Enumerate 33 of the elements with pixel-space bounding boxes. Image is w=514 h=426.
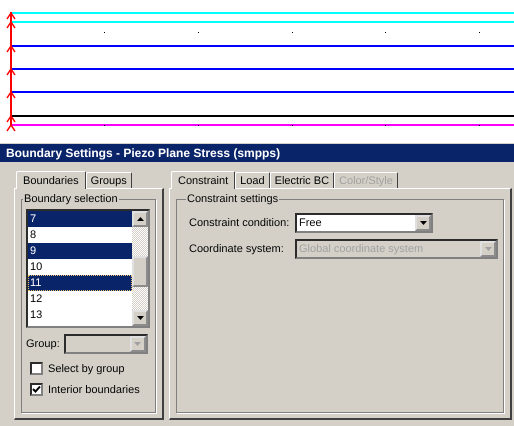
list-box[interactable]: 7 8 9 10 11 12 13 [26, 209, 150, 328]
tab[interactable]: Groups [86, 172, 132, 188]
dropdown[interactable]: Free [295, 213, 433, 233]
list-item[interactable]: 12 [28, 291, 132, 307]
checkbox[interactable] [30, 362, 43, 375]
tab[interactable]: Constraint [171, 171, 236, 189]
scroll-up-button[interactable] [132, 211, 148, 227]
list-item[interactable]: 13 [28, 307, 132, 323]
scroll-thumb[interactable] [132, 256, 148, 287]
scrollbar[interactable] [132, 211, 148, 326]
field-label: Constraint condition: [189, 217, 290, 229]
group-title: Boundary selection [23, 193, 119, 205]
tab[interactable]: Boundaries [16, 171, 86, 189]
list-item[interactable]: 7 [28, 211, 132, 227]
scroll-down-button[interactable] [132, 310, 148, 326]
checkbox-label: Interior boundaries [48, 384, 140, 396]
down-triangle-icon [484, 247, 492, 251]
list-item[interactable]: 8 [28, 227, 132, 243]
field-label: Group: [26, 338, 60, 350]
checkbox[interactable] [30, 383, 43, 396]
field-label: Coordinate system: [189, 243, 285, 255]
down-triangle-icon [420, 221, 426, 225]
up-triangle-icon [136, 217, 144, 221]
tab[interactable]: Electric BC [270, 172, 334, 188]
down-triangle-icon [136, 316, 144, 320]
list-item[interactable]: 9 [28, 243, 132, 259]
group-title: Constraint settings [186, 193, 280, 205]
list-item[interactable]: 11 [28, 275, 132, 291]
window-title: Boundary Settings - Piezo Plane Stress (smpps) [0, 144, 514, 162]
checkbox-label: Select by group [48, 362, 124, 374]
tab[interactable]: Load [235, 172, 270, 188]
down-triangle-icon [134, 342, 142, 346]
list-item[interactable]: 10 [28, 259, 132, 275]
